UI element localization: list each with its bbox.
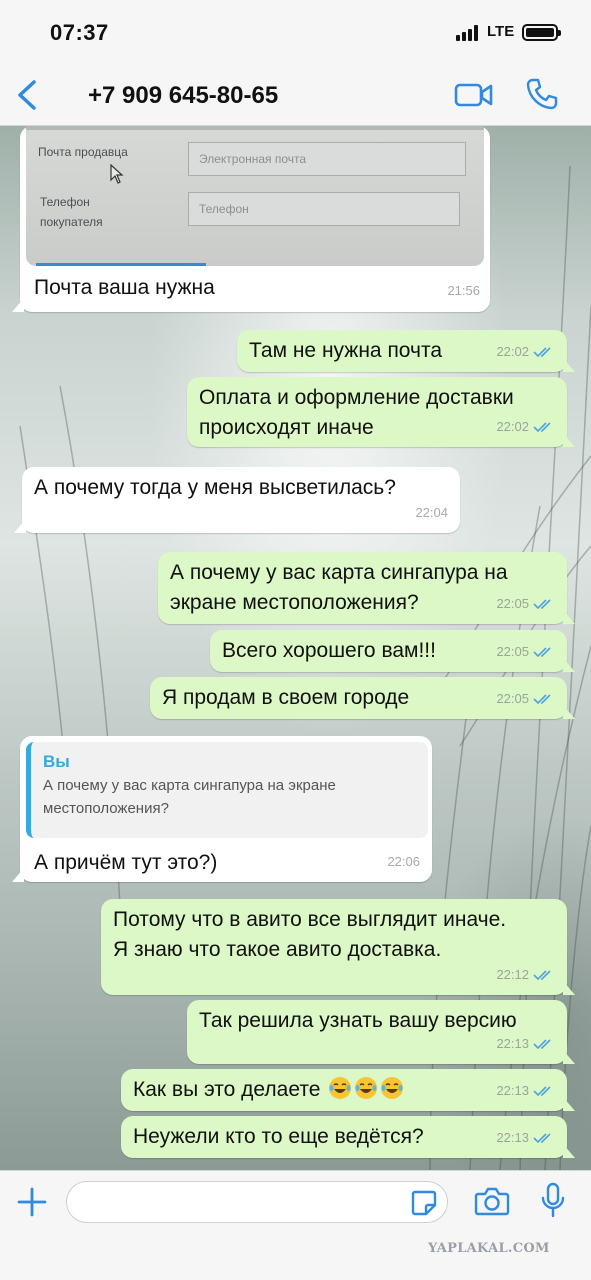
read-ticks-icon bbox=[533, 647, 551, 658]
buyer-phone-label-2: покупателя bbox=[40, 215, 103, 229]
message-bubble-outgoing[interactable]: Так решила узнать вашу версию 22:13 bbox=[187, 1000, 575, 1064]
network-type: LTE bbox=[487, 23, 515, 40]
attach-plus-icon[interactable] bbox=[15, 1185, 49, 1219]
message-bubble-outgoing[interactable]: Неужели кто то еще ведётся? 22:13 bbox=[121, 1116, 575, 1158]
quote-author: Вы bbox=[43, 752, 70, 771]
battery-icon bbox=[522, 24, 561, 41]
phone-call-icon[interactable] bbox=[525, 77, 559, 111]
seller-email-label: Почта продавца bbox=[38, 145, 128, 159]
video-call-icon[interactable] bbox=[454, 80, 494, 110]
message-text: А почему тогда у меня высветилась? bbox=[34, 476, 396, 499]
message-bubble-outgoing[interactable]: Потому что в авито все выглядит иначе. Я… bbox=[101, 899, 575, 995]
message-bubble-outgoing[interactable]: Там не нужна почта 22:02 bbox=[237, 330, 575, 372]
message-text-line: Потому что в авито все выглядит иначе. bbox=[113, 908, 507, 931]
buyer-phone-label-1: Телефон bbox=[40, 195, 90, 209]
message-text-line: Оплата и оформление доставки bbox=[199, 386, 514, 409]
signal-icon bbox=[456, 25, 482, 41]
message-bubble-outgoing[interactable]: Оплата и оформление доставки происходят … bbox=[187, 377, 575, 447]
message-bubble-incoming[interactable]: Почта продавца Электронная почта Телефон… bbox=[12, 126, 490, 312]
email-placeholder: Электронная почта bbox=[188, 142, 466, 176]
message-text: А причём тут это?) bbox=[34, 851, 218, 874]
tears-of-joy-emoji-icon bbox=[355, 1077, 378, 1099]
message-text: Неужели кто то еще ведётся? bbox=[133, 1125, 424, 1148]
message-composer bbox=[0, 1170, 591, 1280]
read-ticks-icon bbox=[533, 347, 551, 358]
message-text: Как вы это делаете bbox=[133, 1078, 321, 1101]
message-bubble-outgoing[interactable]: Всего хорошего вам!!! 22:05 bbox=[210, 630, 575, 672]
back-arrow-icon[interactable] bbox=[14, 78, 44, 112]
message-input[interactable] bbox=[66, 1181, 448, 1223]
message-time: 22:02 bbox=[496, 344, 529, 359]
tears-of-joy-emoji-icon bbox=[381, 1077, 404, 1099]
quoted-message[interactable]: Вы А почему у вас карта сингапура на экр… bbox=[26, 742, 428, 838]
status-time: 07:37 bbox=[50, 20, 109, 45]
chat-area[interactable]: Почта продавца Электронная почта Телефон… bbox=[0, 126, 591, 1170]
message-time: 22:06 bbox=[387, 854, 420, 869]
message-bubble-incoming-reply[interactable]: Вы А почему у вас карта сингапура на экр… bbox=[12, 736, 432, 882]
form-screenshot[interactable]: Почта продавца Электронная почта Телефон… bbox=[26, 126, 484, 266]
contact-name[interactable]: +7 909 645-80-65 bbox=[88, 82, 278, 110]
message-time: 22:13 bbox=[496, 1036, 529, 1051]
quote-text-line: А почему у вас карта сингапура на экране bbox=[43, 777, 336, 794]
message-text: Почта ваша нужна bbox=[34, 276, 215, 299]
watermark: YAPLAKAL.COM bbox=[428, 1241, 550, 1256]
message-time: 21:56 bbox=[447, 283, 480, 298]
message-time: 22:13 bbox=[496, 1130, 529, 1145]
message-time: 22:13 bbox=[496, 1083, 529, 1098]
message-bubble-outgoing[interactable]: Как вы это делаете 22:13 bbox=[121, 1069, 575, 1111]
read-ticks-icon bbox=[533, 694, 551, 705]
read-ticks-icon bbox=[533, 599, 551, 610]
read-ticks-icon bbox=[533, 970, 551, 981]
message-text-with-emoji: Как вы это делаете bbox=[133, 1075, 555, 1105]
camera-icon[interactable] bbox=[474, 1184, 510, 1218]
tears-of-joy-emoji-icon bbox=[329, 1077, 352, 1099]
chat-header: +7 909 645-80-65 bbox=[0, 68, 591, 126]
message-text-line: А почему у вас карта сингапура на bbox=[170, 561, 508, 584]
read-ticks-icon bbox=[533, 1133, 551, 1144]
mouse-cursor-icon bbox=[110, 164, 124, 184]
message-time: 22:05 bbox=[496, 644, 529, 659]
message-time: 22:02 bbox=[496, 419, 529, 434]
quote-text-line: местоположения? bbox=[43, 800, 169, 817]
message-time: 22:04 bbox=[415, 505, 448, 520]
sticker-icon[interactable] bbox=[410, 1189, 438, 1217]
message-bubble-outgoing[interactable]: А почему у вас карта сингапура на экране… bbox=[158, 552, 575, 624]
read-ticks-icon bbox=[533, 1086, 551, 1097]
message-time: 22:05 bbox=[496, 691, 529, 706]
message-text-line: Я знаю что такое авито доставка. bbox=[113, 938, 442, 961]
message-bubble-incoming[interactable]: А почему тогда у меня высветилась? 22:04 bbox=[14, 467, 460, 533]
message-time: 22:05 bbox=[496, 596, 529, 611]
microphone-icon[interactable] bbox=[540, 1182, 566, 1220]
read-ticks-icon bbox=[533, 422, 551, 433]
message-time: 22:12 bbox=[496, 967, 529, 982]
phone-placeholder: Телефон bbox=[188, 192, 460, 226]
status-bar: 07:37 LTE bbox=[0, 0, 591, 68]
message-bubble-outgoing[interactable]: Я продам в своем городе 22:05 bbox=[150, 677, 575, 719]
read-ticks-icon bbox=[533, 1039, 551, 1050]
